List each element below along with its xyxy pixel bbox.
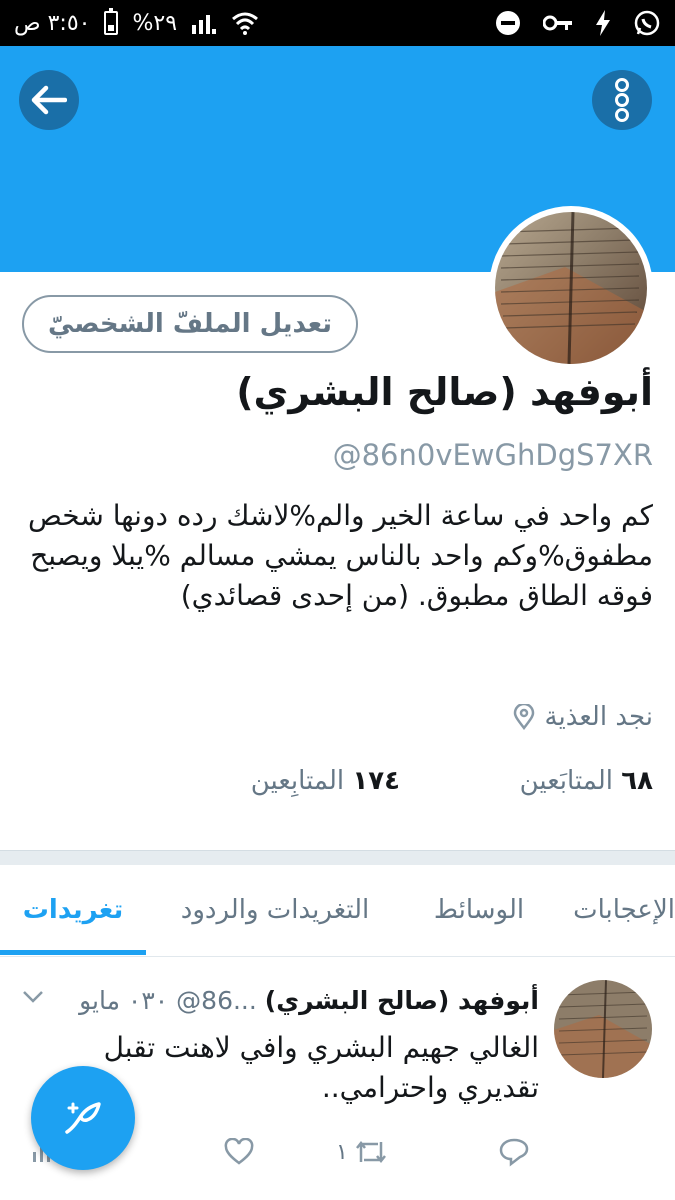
back-button[interactable] — [19, 70, 79, 130]
status-bar: ٣:٥٠ ص %٢٩ — [0, 0, 675, 46]
location-text: نجد العذية — [544, 702, 653, 732]
avatar-image — [495, 212, 647, 364]
profile-avatar[interactable] — [489, 206, 653, 370]
arrow-left-icon — [31, 85, 67, 115]
compose-icon — [65, 1102, 101, 1134]
whatsapp-icon — [634, 10, 660, 36]
battery-level: %٢٩ — [132, 10, 178, 36]
reply-icon — [499, 1138, 529, 1167]
location-pin-icon — [513, 704, 534, 730]
retweet-count: ١ — [336, 1139, 348, 1165]
edit-profile-button[interactable]: تعديل الملفّ الشخصيّ — [22, 295, 358, 353]
following-count: ٦٨ — [621, 766, 653, 796]
profile-tabs: تغريدات التغريدات والردود الوسائط الإعجا… — [0, 864, 675, 957]
heart-icon — [224, 1138, 254, 1165]
do-not-disturb-icon — [496, 11, 520, 35]
status-right — [495, 0, 661, 46]
retweet-icon — [355, 1140, 386, 1164]
more-vertical-icon — [615, 78, 629, 122]
wifi-icon — [232, 12, 258, 35]
battery-icon — [104, 8, 119, 35]
tweet-meta: ...86@ ٠٣٠ مايو — [79, 986, 257, 1015]
tab-tweets-replies[interactable]: التغريدات والردود — [146, 864, 404, 956]
following-stat[interactable]: ٦٨ المتابَعين — [520, 766, 653, 796]
profile-handle: @86n0vEwGhDgS7XR — [332, 438, 653, 472]
like-action[interactable] — [224, 1130, 254, 1174]
reply-action[interactable] — [498, 1130, 530, 1174]
charging-icon — [596, 10, 610, 36]
tab-media[interactable]: الوسائط — [404, 864, 554, 956]
profile-name: أبوفهد (صالح البشري) — [236, 370, 653, 414]
more-options-button[interactable] — [592, 70, 652, 130]
tab-tweets[interactable]: تغريدات — [0, 864, 146, 956]
section-divider — [0, 850, 675, 865]
key-icon — [543, 15, 572, 31]
profile-stats: ٦٨ المتابَعين ١٧٤ المتابِعين — [0, 766, 675, 810]
followers-stat[interactable]: ١٧٤ المتابِعين — [251, 766, 400, 796]
compose-tweet-button[interactable] — [31, 1066, 135, 1170]
tweet-header: أبوفهد (صالح البشري) ...86@ ٠٣٠ مايو — [79, 986, 539, 1015]
followers-label: المتابِعين — [250, 766, 345, 796]
followers-count: ١٧٤ — [352, 766, 400, 796]
profile-bio: كم واحد في ساعة الخير والم%لاشك رده دونه… — [27, 499, 653, 612]
active-tab-indicator — [0, 950, 146, 955]
tweet-avatar[interactable] — [554, 980, 652, 1078]
clock: ٣:٥٠ ص — [14, 10, 91, 36]
profile-location: نجد العذية — [513, 702, 653, 732]
tab-likes[interactable]: الإعجابات — [554, 864, 675, 956]
retweet-action[interactable]: ١ — [336, 1130, 388, 1174]
chevron-down-icon[interactable] — [22, 990, 44, 1004]
signal-icon — [192, 15, 217, 34]
following-label: المتابَعين — [519, 766, 613, 796]
status-left: ٣:٥٠ ص %٢٩ — [14, 0, 259, 46]
tweet-author-name[interactable]: أبوفهد (صالح البشري) — [265, 986, 539, 1015]
